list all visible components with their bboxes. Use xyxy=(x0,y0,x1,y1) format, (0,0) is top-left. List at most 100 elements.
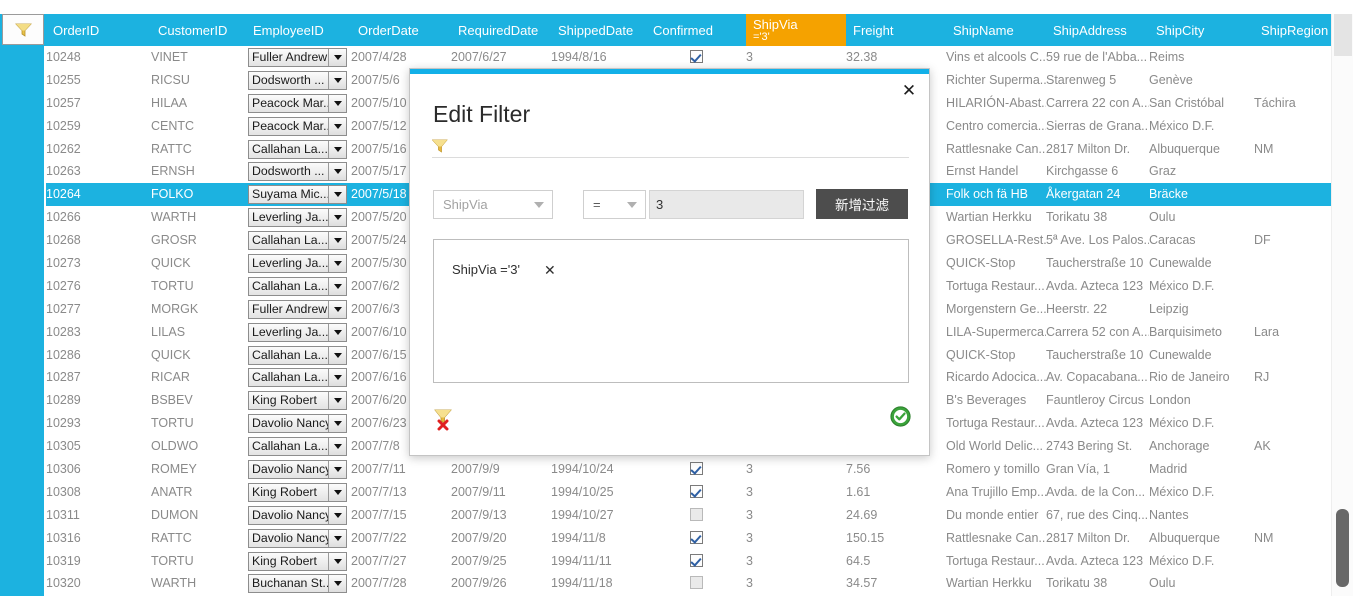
cell-shippeddate[interactable]: 1994/10/24 xyxy=(551,458,646,481)
cell-shipregion[interactable]: Táchira xyxy=(1254,92,1332,115)
cell-shipaddress[interactable]: Fauntleroy Circus xyxy=(1046,389,1149,412)
cell-customerid[interactable]: OLDWO xyxy=(151,435,246,458)
cell-orderid[interactable]: 10283 xyxy=(46,321,146,344)
chevron-down-icon[interactable] xyxy=(328,300,346,318)
employee-combobox[interactable]: Buchanan St... xyxy=(248,574,347,594)
chevron-down-icon[interactable] xyxy=(328,461,346,479)
cell-orderid[interactable]: 10273 xyxy=(46,252,146,275)
table-row[interactable]: 10319 TORTU King Robert 2007/7/27 2007/9/25 1… xyxy=(46,550,1332,573)
employee-combobox[interactable]: Fuller Andrew xyxy=(248,299,347,319)
cell-customerid[interactable]: WARTH xyxy=(151,206,246,229)
cell-orderid[interactable]: 10305 xyxy=(46,435,146,458)
chevron-down-icon[interactable] xyxy=(328,255,346,273)
column-header-orderid[interactable]: OrderID xyxy=(46,14,146,46)
cell-shipvia[interactable]: 3 xyxy=(746,481,846,504)
cell-orderdate[interactable]: 2007/7/27 xyxy=(351,550,451,573)
cell-shipvia[interactable]: 3 xyxy=(746,458,846,481)
cell-shipaddress[interactable]: Av. Copacabana... xyxy=(1046,366,1149,389)
cell-shippeddate[interactable]: 1994/10/25 xyxy=(551,481,646,504)
chevron-down-icon[interactable] xyxy=(328,369,346,387)
cell-orderid[interactable]: 10306 xyxy=(46,458,146,481)
cell-orderdate[interactable]: 2007/7/28 xyxy=(351,572,451,595)
cell-customerid[interactable]: FOLKO xyxy=(151,183,246,206)
chevron-down-icon[interactable] xyxy=(328,415,346,433)
cell-customerid[interactable]: QUICK xyxy=(151,252,246,275)
cell-shipname[interactable]: Rattlesnake Can... xyxy=(946,138,1046,161)
table-row[interactable]: 10320 WARTH Buchanan St... 2007/7/28 2007/9/… xyxy=(46,572,1332,595)
cell-shipcity[interactable]: México D.F. xyxy=(1149,481,1254,504)
cell-requireddate[interactable]: 2007/6/27 xyxy=(451,46,551,69)
cell-customerid[interactable]: ROMEY xyxy=(151,458,246,481)
cell-shipvia[interactable]: 3 xyxy=(746,504,846,527)
chevron-down-icon[interactable] xyxy=(328,323,346,341)
cell-orderid[interactable]: 10262 xyxy=(46,138,146,161)
confirmed-checkbox[interactable] xyxy=(690,50,703,63)
cell-shipregion[interactable]: NM xyxy=(1254,527,1332,550)
chevron-down-icon[interactable] xyxy=(328,438,346,456)
cell-customerid[interactable]: MORGK xyxy=(151,298,246,321)
cell-orderid[interactable]: 10277 xyxy=(46,298,146,321)
cell-shipcity[interactable]: Genève xyxy=(1149,69,1254,92)
clear-filter-icon[interactable] xyxy=(432,407,456,431)
cell-customerid[interactable]: WARTH xyxy=(151,572,246,595)
column-header-employeeid[interactable]: EmployeeID xyxy=(246,14,351,46)
cell-shipregion[interactable]: NM xyxy=(1254,138,1332,161)
chevron-down-icon[interactable] xyxy=(328,186,346,204)
employee-combobox[interactable]: Davolio Nancy xyxy=(248,528,347,548)
employee-combobox[interactable]: Callahan La... xyxy=(248,139,347,159)
cell-shipaddress[interactable]: 67, rue des Cinq... xyxy=(1046,504,1149,527)
cell-orderid[interactable]: 10316 xyxy=(46,527,146,550)
cell-shipregion[interactable]: DF xyxy=(1254,229,1332,252)
cell-shipaddress[interactable]: 5ª Ave. Los Palos... xyxy=(1046,229,1149,252)
remove-filter-icon[interactable]: ✕ xyxy=(544,263,556,277)
cell-shipname[interactable]: Morgenstern Ge... xyxy=(946,298,1046,321)
column-header-shipvia[interactable]: ShipVia ='3' xyxy=(746,14,846,46)
cell-shipcity[interactable]: Barquisimeto xyxy=(1149,321,1254,344)
cell-shippeddate[interactable]: 1994/11/18 xyxy=(551,572,646,595)
cell-orderdate[interactable]: 2007/7/13 xyxy=(351,481,451,504)
cell-customerid[interactable]: GROSR xyxy=(151,229,246,252)
cell-requireddate[interactable]: 2007/9/9 xyxy=(451,458,551,481)
cell-shippeddate[interactable]: 1994/11/8 xyxy=(551,527,646,550)
cell-orderid[interactable]: 10276 xyxy=(46,275,146,298)
cell-orderid[interactable]: 10257 xyxy=(46,92,146,115)
chevron-down-icon[interactable] xyxy=(328,117,346,135)
confirmed-checkbox[interactable] xyxy=(690,507,703,521)
cell-orderid[interactable]: 10320 xyxy=(46,572,146,595)
cell-shipname[interactable]: Wartian Herkku xyxy=(946,572,1046,595)
filter-value-input[interactable] xyxy=(649,190,804,219)
cell-shipaddress[interactable]: Torikatu 38 xyxy=(1046,206,1149,229)
cell-orderid[interactable]: 10248 xyxy=(46,46,146,69)
grid-filter-button[interactable] xyxy=(2,14,44,45)
cell-shipcity[interactable]: Graz xyxy=(1149,160,1254,183)
chevron-down-icon[interactable] xyxy=(328,71,346,89)
employee-combobox[interactable]: King Robert xyxy=(248,391,347,411)
cell-orderdate[interactable]: 2007/4/28 xyxy=(351,46,451,69)
cell-orderid[interactable]: 10311 xyxy=(46,504,146,527)
cell-freight[interactable]: 32.38 xyxy=(846,46,946,69)
cell-shipaddress[interactable]: Åkergatan 24 xyxy=(1046,183,1149,206)
employee-combobox[interactable]: Davolio Nancy xyxy=(248,460,347,480)
cell-shipname[interactable]: LILA-Supermerca... xyxy=(946,321,1046,344)
table-row[interactable]: 10248 VINET Fuller Andrew 2007/4/28 2007/6/2… xyxy=(46,46,1332,69)
column-header-shipaddress[interactable]: ShipAddress xyxy=(1046,14,1149,46)
employee-combobox[interactable]: Davolio Nancy xyxy=(248,414,347,434)
employee-combobox[interactable]: Callahan La... xyxy=(248,345,347,365)
cell-shipcity[interactable]: Madrid xyxy=(1149,458,1254,481)
cell-shipname[interactable]: QUICK-Stop xyxy=(946,252,1046,275)
column-header-freight[interactable]: Freight xyxy=(846,14,946,46)
table-row[interactable]: 10311 DUMON Davolio Nancy 2007/7/15 2007/9/1… xyxy=(46,504,1332,527)
cell-shipaddress[interactable]: 2817 Milton Dr. xyxy=(1046,138,1149,161)
cell-shipaddress[interactable]: Avda. Azteca 123 xyxy=(1046,275,1149,298)
column-header-requireddate[interactable]: RequiredDate xyxy=(451,14,551,46)
employee-combobox[interactable]: Leverling Ja... xyxy=(248,322,347,342)
employee-combobox[interactable]: Dodsworth ... xyxy=(248,162,347,182)
cell-freight[interactable]: 24.69 xyxy=(846,504,946,527)
cell-shipname[interactable]: Tortuga Restaur... xyxy=(946,550,1046,573)
chevron-down-icon[interactable] xyxy=(328,346,346,364)
chevron-down-icon[interactable] xyxy=(328,140,346,158)
cell-shipcity[interactable]: Leipzig xyxy=(1149,298,1254,321)
cell-shipaddress[interactable]: Starenweg 5 xyxy=(1046,69,1149,92)
cell-shipname[interactable]: Vins et alcools C... xyxy=(946,46,1046,69)
cell-orderdate[interactable]: 2007/7/15 xyxy=(351,504,451,527)
